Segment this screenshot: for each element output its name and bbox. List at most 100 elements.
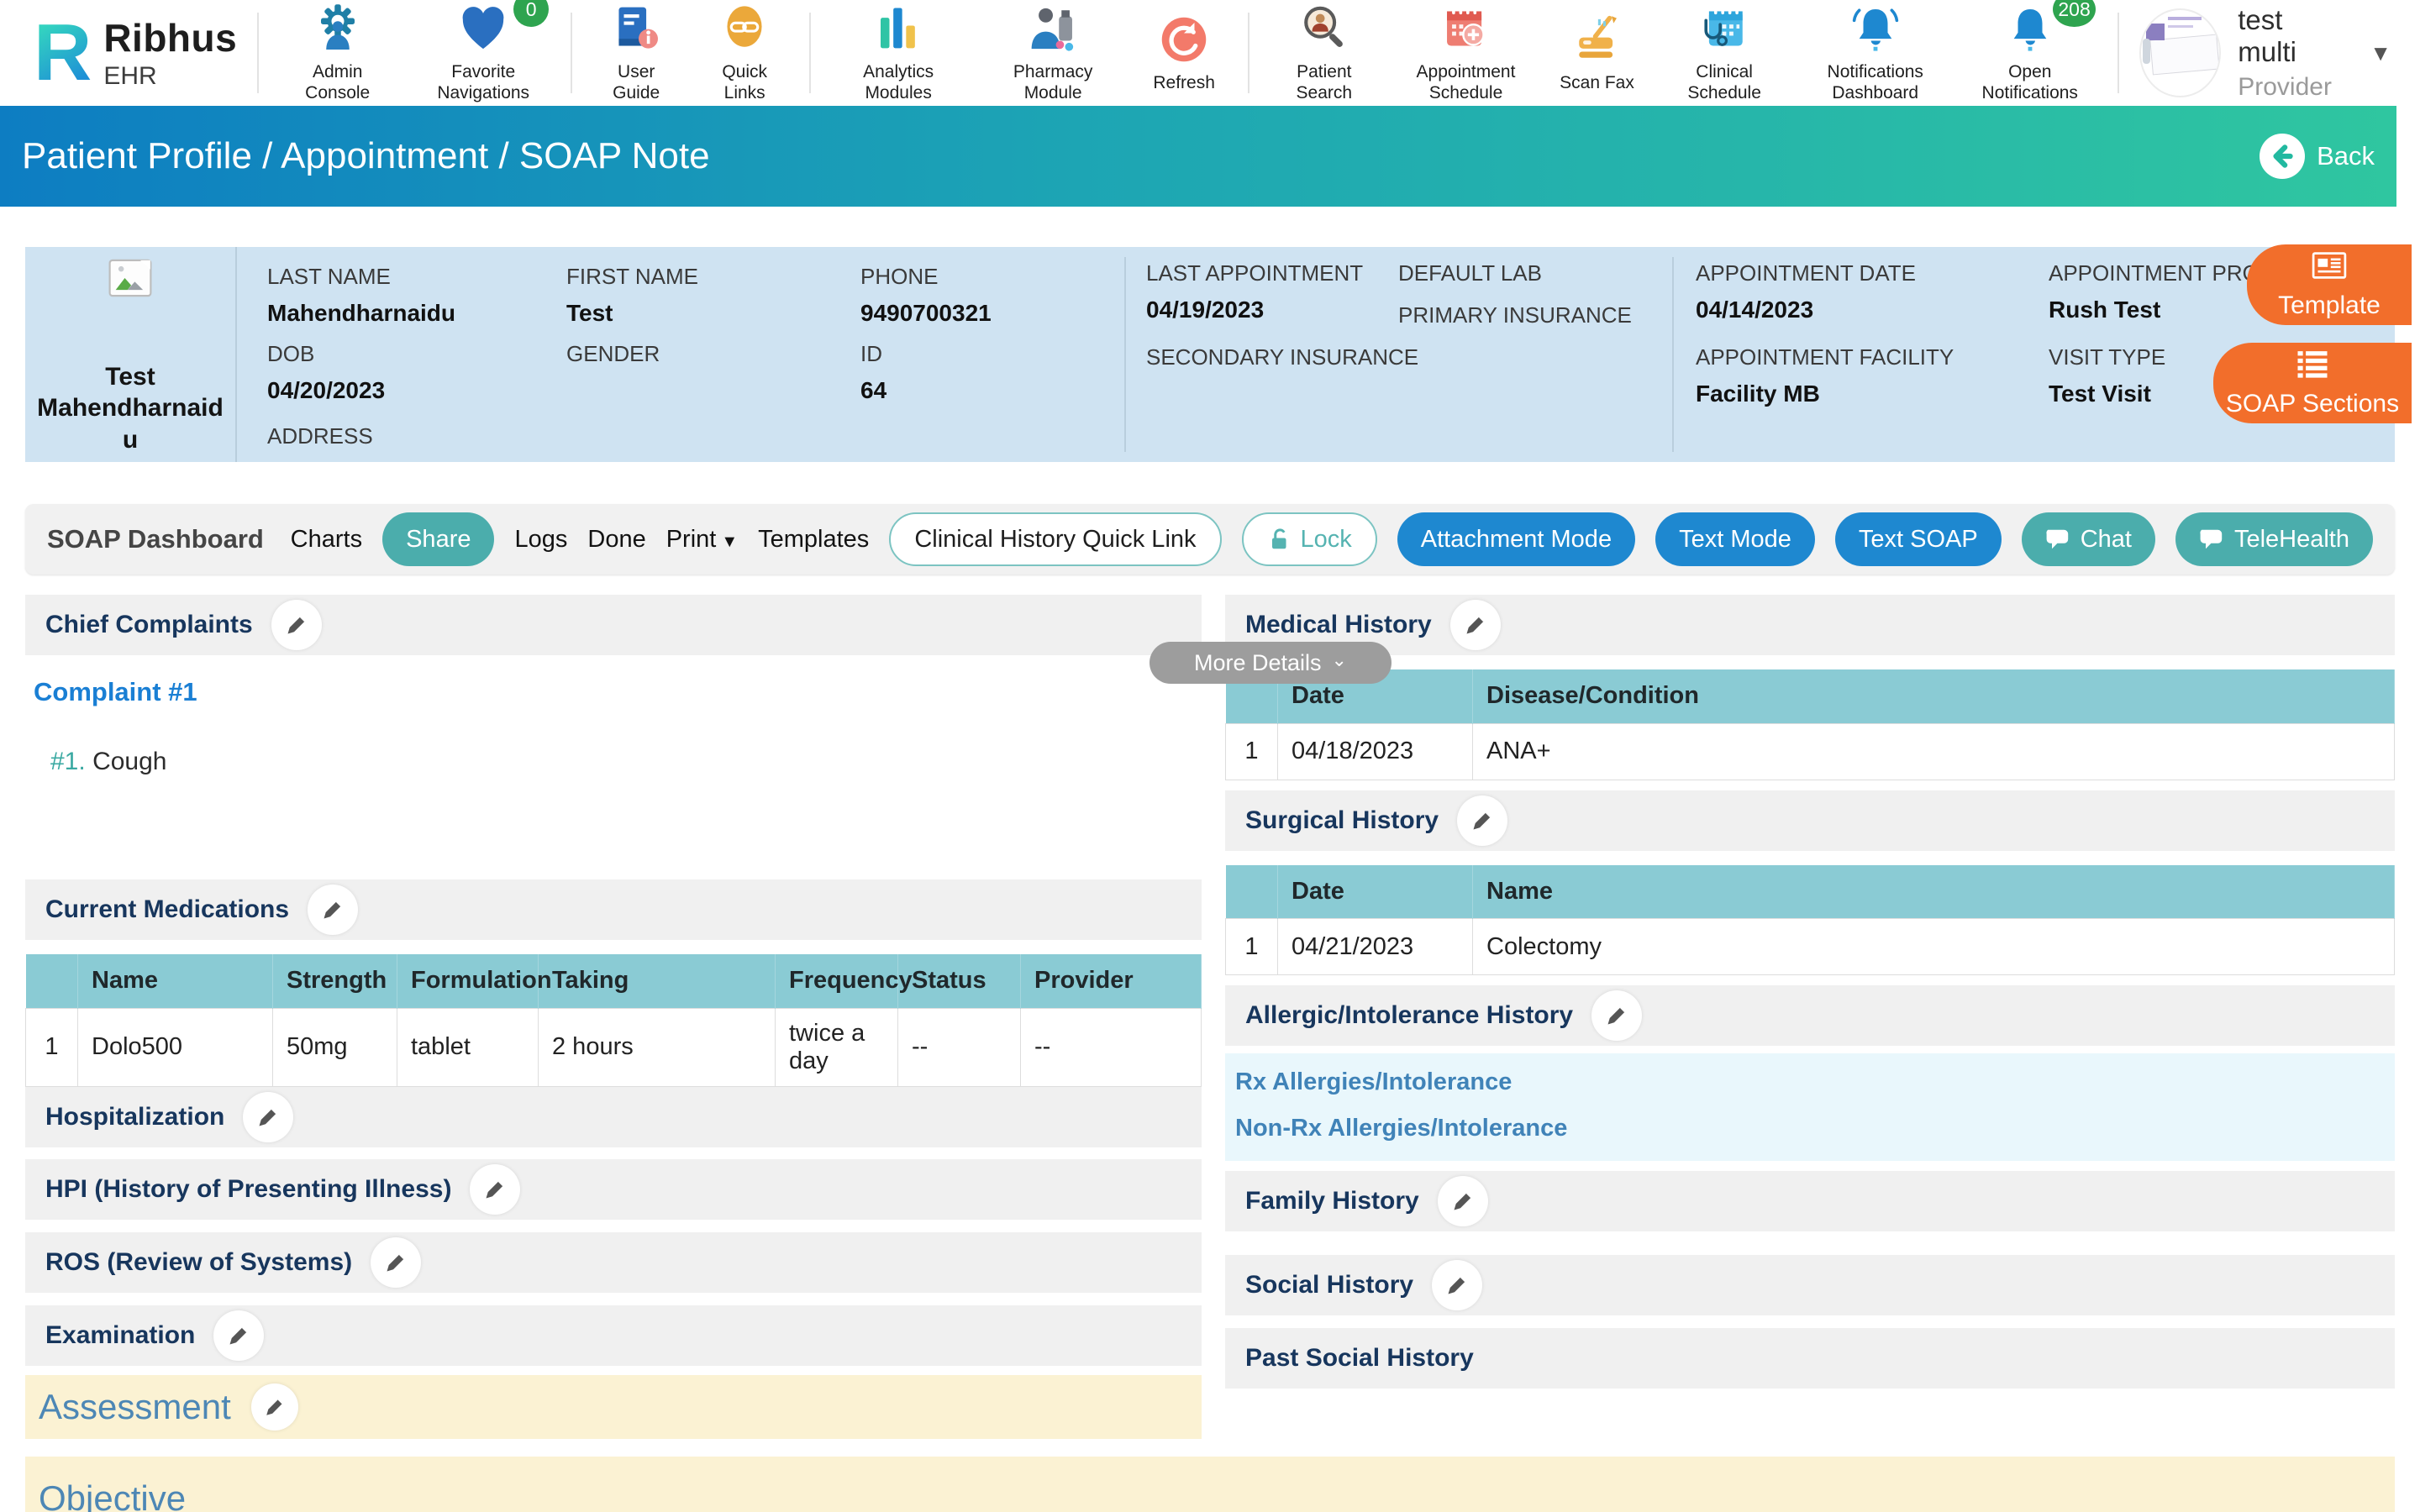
field-divider — [1124, 257, 1126, 452]
soap-content: Chief Complaints Complaint #1 #1. Cough … — [25, 595, 2395, 1439]
examination-header: Examination — [25, 1305, 1202, 1366]
objective-header: Objective — [25, 1457, 2395, 1512]
nav-analytics-modules[interactable]: Analytics Modules — [831, 2, 965, 104]
nav-label: User Guide — [592, 62, 680, 104]
rx-allergies-link[interactable]: Rx Allergies/Intolerance — [1235, 1068, 2395, 1096]
complaint-1-link[interactable]: Complaint #1 — [34, 677, 1202, 707]
provider-profile-menu[interactable]: test multi Provider ▼ — [2139, 4, 2391, 102]
nav-refresh[interactable]: Refresh — [1140, 13, 1228, 94]
logs-link[interactable]: Logs — [514, 526, 567, 554]
nav-pharmacy-module[interactable]: Pharmacy Module — [986, 2, 1120, 104]
share-button[interactable]: Share — [382, 512, 494, 566]
patient-fields: LAST NAME Mahendharnaidu DOB 04/20/2023 … — [237, 247, 2395, 462]
nav-clinical-schedule[interactable]: Clinical Schedule — [1661, 2, 1788, 104]
edit-pencil-icon[interactable] — [1432, 1260, 1482, 1310]
field-value: 64 — [860, 377, 886, 404]
telehealth-button[interactable]: TeleHealth — [2175, 512, 2373, 566]
template-button[interactable]: Template — [2247, 244, 2412, 325]
attachment-mode-button[interactable]: Attachment Mode — [1397, 512, 1635, 566]
lock-label: Lock — [1301, 526, 1352, 554]
field-label: ADDRESS — [267, 423, 373, 449]
edit-pencil-icon[interactable] — [1450, 600, 1501, 650]
nav-divider — [1248, 13, 1249, 93]
charts-link[interactable]: Charts — [291, 526, 362, 554]
nav-label: Quick Links — [700, 62, 789, 104]
nav-quick-links[interactable]: Quick Links — [700, 2, 789, 104]
done-link[interactable]: Done — [587, 526, 645, 554]
field-id: ID 64 — [860, 341, 886, 404]
cell-frequency: twice a day — [776, 1008, 898, 1086]
nav-scan-fax[interactable]: Scan Fax — [1554, 13, 1641, 94]
chat-bubble-icon — [2045, 527, 2072, 552]
chat-button[interactable]: Chat — [2022, 512, 2155, 566]
more-details-label: More Details — [1194, 650, 1322, 676]
cell-index: 1 — [1226, 919, 1278, 975]
nav-label: Patient Search — [1270, 62, 1378, 104]
soap-sections-label: SOAP Sections — [2226, 390, 2399, 418]
nav-favorite-navigations[interactable]: 0 Favorite Navigations — [416, 2, 550, 104]
logo-text: Ribhus EHR — [103, 15, 237, 91]
edit-pencil-icon[interactable] — [251, 1383, 298, 1431]
non-rx-allergies-link[interactable]: Non-Rx Allergies/Intolerance — [1235, 1115, 2395, 1142]
back-button[interactable]: Back — [2260, 134, 2375, 179]
field-value: Test — [566, 300, 698, 327]
edit-pencil-icon[interactable] — [1591, 990, 1642, 1041]
edit-pencil-icon[interactable] — [271, 600, 322, 650]
field-label: APPOINTMENT FACILITY — [1696, 344, 1954, 370]
favorites-count-badge: 0 — [513, 0, 549, 27]
nav-label: Pharmacy Module — [986, 62, 1120, 104]
more-details-button[interactable]: More Details ⌄ — [1150, 642, 1392, 684]
broken-image-icon — [108, 259, 152, 302]
hospitalization-header: Hospitalization — [25, 1087, 1202, 1147]
field-appointment-facility: APPOINTMENT FACILITY Facility MB — [1696, 344, 1954, 407]
templates-link[interactable]: Templates — [758, 526, 869, 554]
lock-button[interactable]: Lock — [1242, 512, 1377, 566]
text-mode-button[interactable]: Text Mode — [1655, 512, 1815, 566]
nav-notifications-dashboard[interactable]: Notifications Dashboard — [1808, 2, 1943, 104]
edit-pencil-icon[interactable] — [308, 885, 358, 935]
field-gender: GENDER — [566, 341, 660, 367]
edit-pencil-icon[interactable] — [1438, 1176, 1488, 1226]
chat-label: Chat — [2081, 526, 2132, 554]
field-appointment-date: APPOINTMENT DATE 04/14/2023 — [1696, 260, 1916, 323]
print-dropdown[interactable]: Print▼ — [666, 526, 738, 554]
field-label: GENDER — [566, 341, 660, 367]
edit-pencil-icon[interactable] — [1457, 795, 1507, 846]
edit-pencil-icon[interactable] — [470, 1164, 520, 1215]
field-primary-insurance: PRIMARY INSURANCE — [1398, 302, 1632, 328]
edit-pencil-icon[interactable] — [213, 1310, 264, 1361]
field-visit-type: VISIT TYPE Test Visit — [2049, 344, 2165, 407]
text-soap-button[interactable]: Text SOAP — [1835, 512, 2002, 566]
medical-history-header-row: Date Disease/Condition — [1226, 669, 2395, 723]
nav-admin-console[interactable]: Admin Console — [279, 2, 396, 104]
edit-pencil-icon[interactable] — [371, 1237, 421, 1288]
edit-pencil-icon[interactable] — [243, 1092, 293, 1142]
print-label: Print — [666, 526, 717, 553]
nav-open-notifications[interactable]: 208 Open Notifications — [1963, 2, 2097, 104]
left-column: Chief Complaints Complaint #1 #1. Cough … — [25, 595, 1202, 1439]
calendar-plus-icon — [1439, 2, 1493, 55]
chevron-down-icon[interactable]: ▼ — [2370, 40, 2391, 66]
scanner-icon — [1570, 13, 1624, 66]
nav-patient-search[interactable]: Patient Search — [1270, 2, 1378, 104]
app-logo[interactable]: R Ribhus EHR — [34, 15, 237, 91]
pharmacist-icon — [1026, 2, 1080, 55]
chief-complaints-header: Chief Complaints — [25, 595, 1202, 655]
nav-user-guide[interactable]: User Guide — [592, 2, 680, 104]
field-value: 04/14/2023 — [1696, 297, 1916, 323]
nav-label: Scan Fax — [1560, 73, 1634, 94]
provider-avatar — [2139, 8, 2221, 97]
logo-r-glyph: R — [34, 17, 92, 89]
section-title: Surgical History — [1245, 806, 1439, 835]
refresh-icon — [1157, 13, 1211, 66]
nav-divider — [2118, 13, 2119, 93]
family-history-header: Family History — [1225, 1171, 2395, 1231]
field-divider — [1672, 257, 1674, 452]
soap-sections-button[interactable]: SOAP Sections — [2213, 343, 2412, 423]
nav-label: Refresh — [1153, 73, 1215, 94]
clinical-history-quick-link-button[interactable]: Clinical History Quick Link — [889, 512, 1221, 566]
field-secondary-insurance: SECONDARY INSURANCE — [1146, 344, 1418, 370]
template-label: Template — [2278, 291, 2381, 320]
surgical-history-header: Surgical History — [1225, 790, 2395, 851]
nav-appointment-schedule[interactable]: Appointment Schedule — [1399, 2, 1534, 104]
